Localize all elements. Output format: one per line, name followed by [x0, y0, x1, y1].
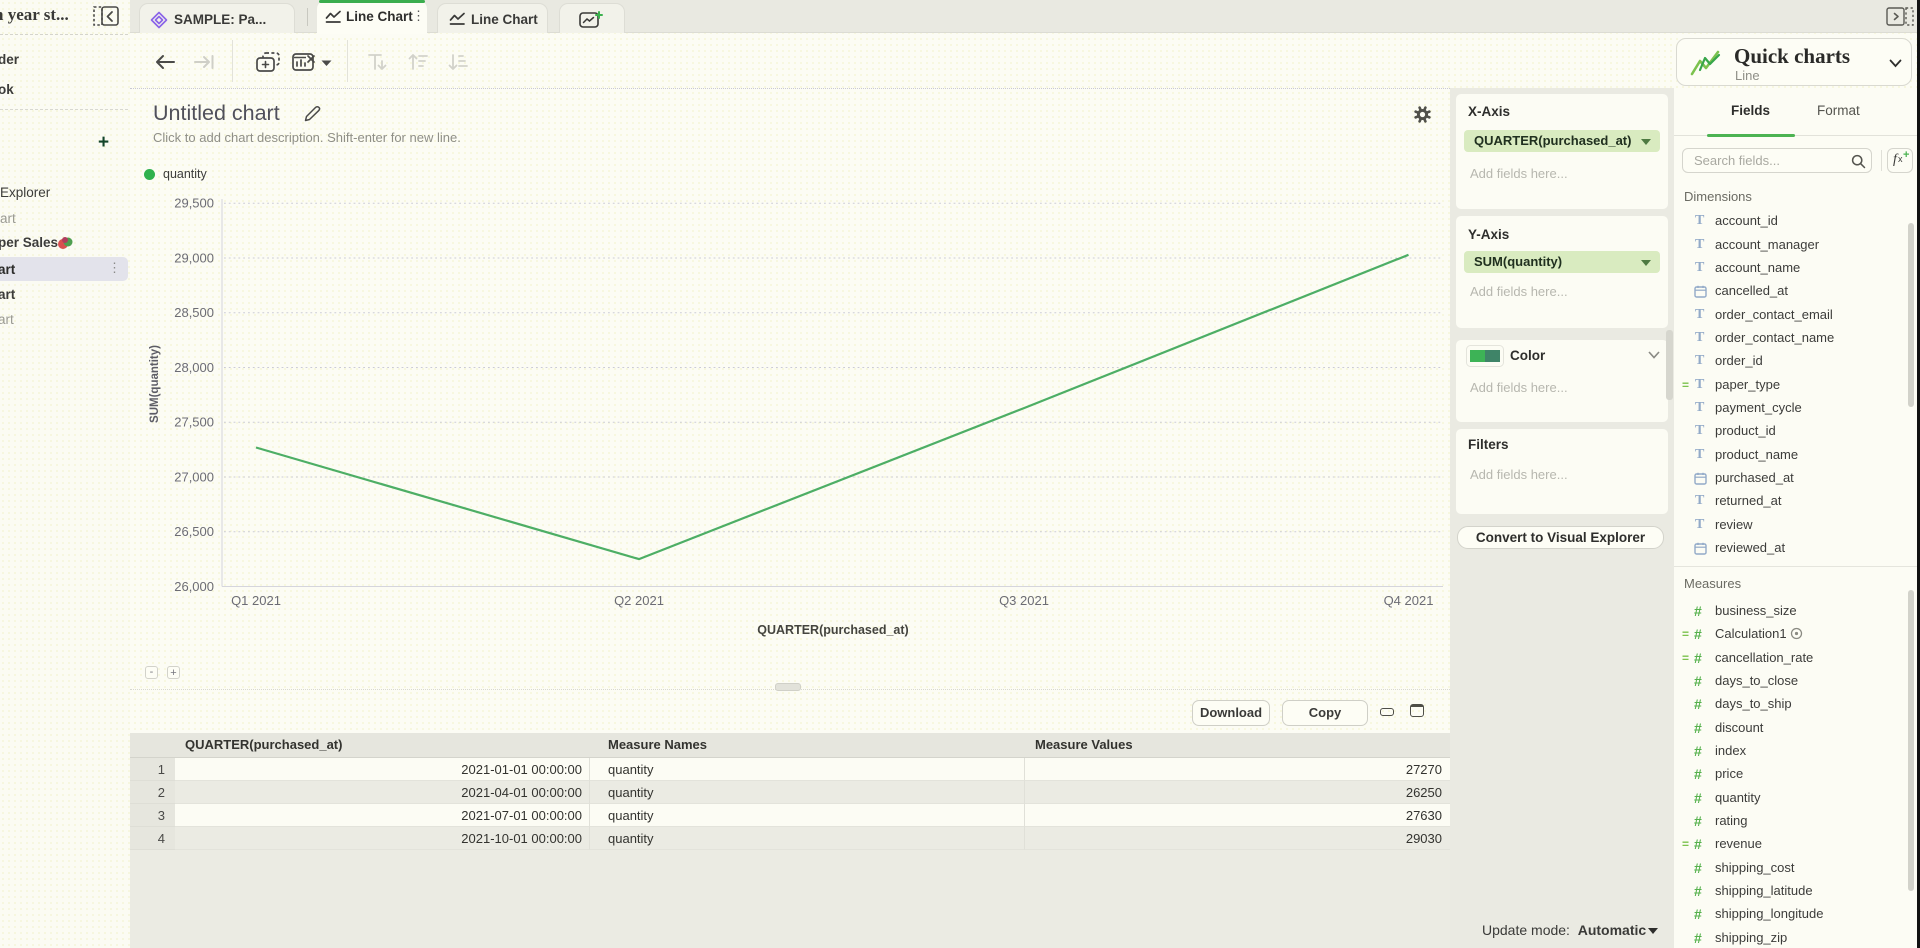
svg-text:27,000: 27,000	[174, 469, 214, 484]
svg-text:Q3 2021: Q3 2021	[999, 593, 1049, 608]
svg-text:26,500: 26,500	[174, 524, 214, 539]
svg-text:Q1 2021: Q1 2021	[231, 593, 281, 608]
svg-text:29,000: 29,000	[174, 250, 214, 265]
svg-text:28,500: 28,500	[174, 305, 214, 320]
svg-text:27,500: 27,500	[174, 415, 214, 430]
svg-text:28,000: 28,000	[174, 360, 214, 375]
svg-text:Q4 2021: Q4 2021	[1384, 593, 1434, 608]
svg-text:SUM(quantity): SUM(quantity)	[149, 345, 161, 423]
svg-text:26,000: 26,000	[174, 579, 214, 594]
svg-text:QUARTER(purchased_at): QUARTER(purchased_at)	[757, 623, 908, 637]
svg-text:29,500: 29,500	[174, 196, 214, 211]
svg-text:Q2 2021: Q2 2021	[614, 593, 664, 608]
